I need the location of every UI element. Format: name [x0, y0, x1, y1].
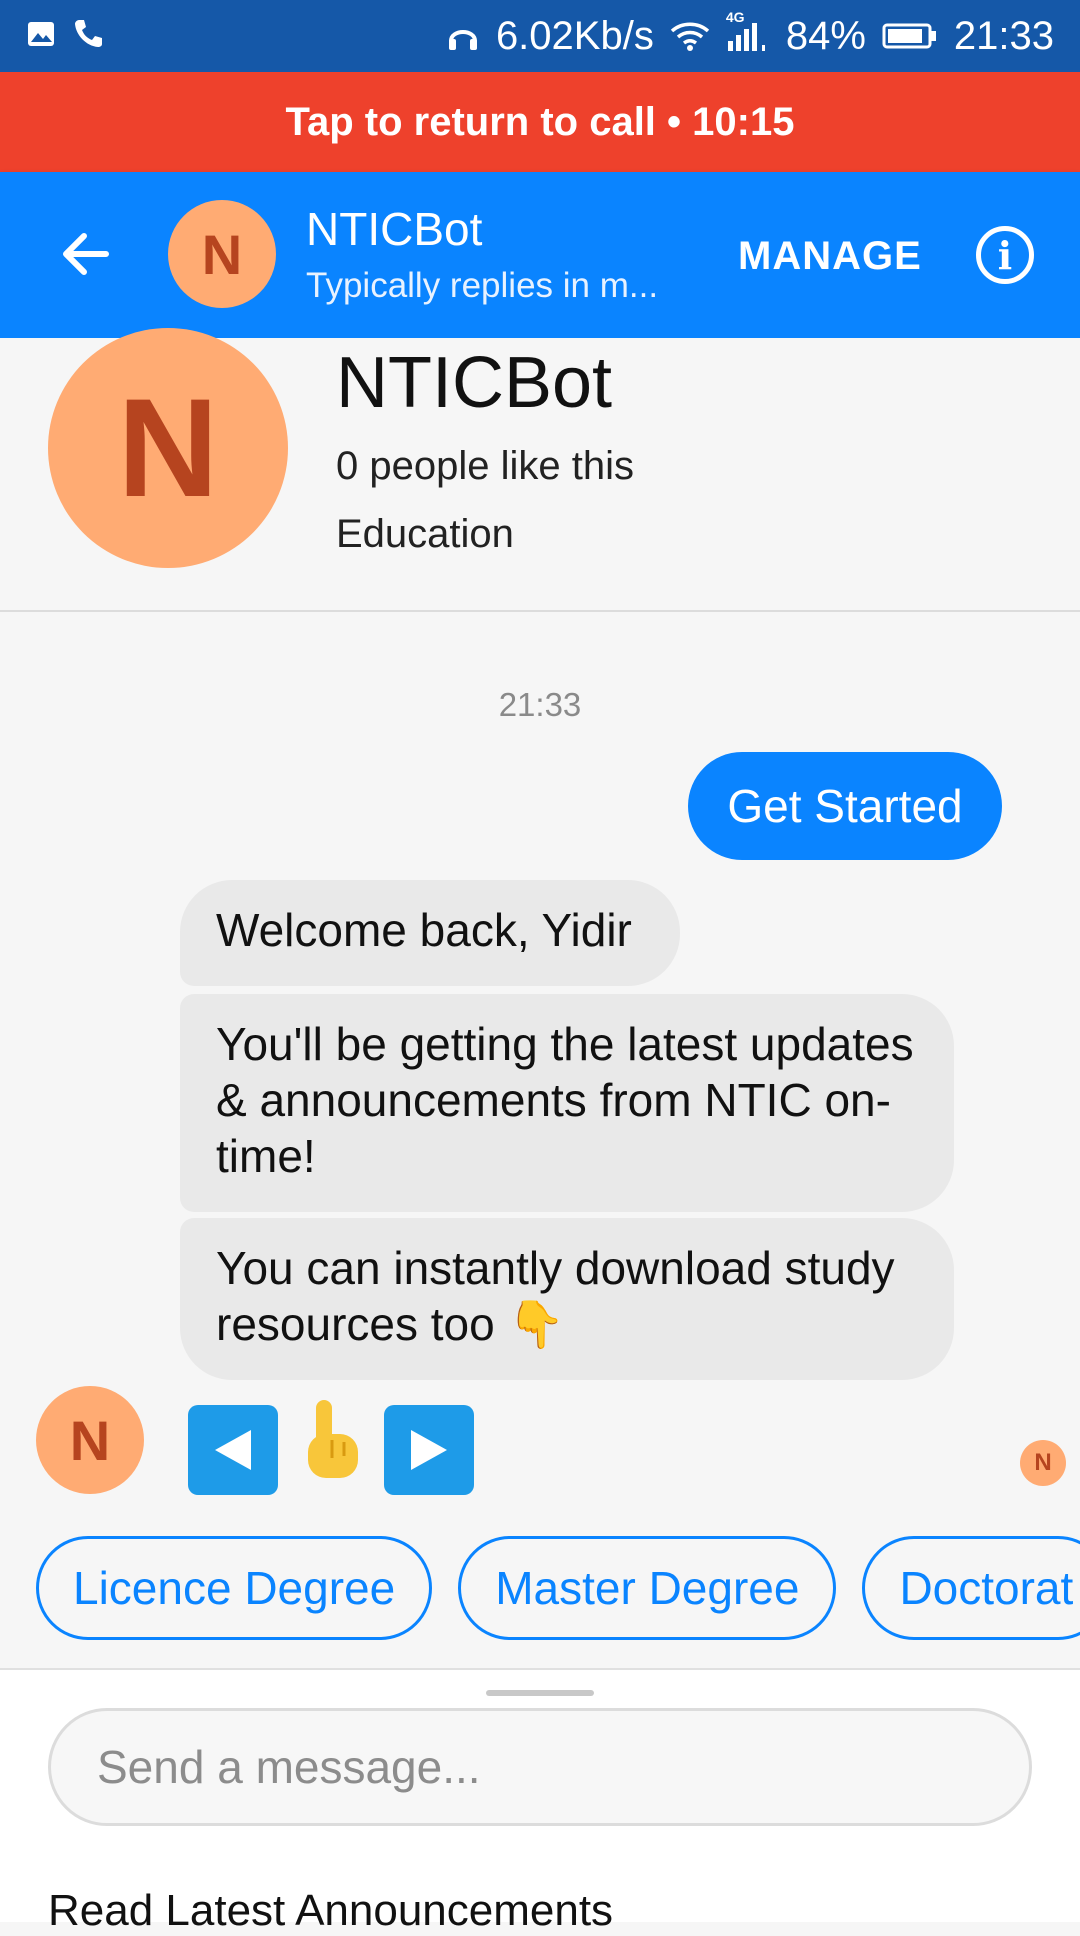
phone-call-icon — [72, 14, 104, 59]
received-message-text: You can instantly download study resourc… — [216, 1242, 895, 1350]
quick-reply-master-degree[interactable]: Master Degree — [458, 1536, 837, 1640]
drag-handle[interactable] — [486, 1690, 594, 1696]
message-composer: Send a message... Read Latest Announceme… — [0, 1668, 1080, 1935]
response-time-subtitle: Typically replies in m... — [306, 266, 659, 305]
sent-message-bubble[interactable]: Get Started — [688, 752, 1002, 860]
seen-indicator-avatar: N — [1020, 1440, 1066, 1486]
info-glyph: i — [997, 232, 1013, 278]
left-triangle-emoji-icon — [188, 1405, 278, 1495]
header-avatar-letter: N — [201, 222, 243, 286]
battery-icon — [882, 22, 938, 50]
info-icon[interactable]: i — [976, 226, 1034, 284]
return-to-call-banner[interactable]: Tap to return to call • 10:15 — [0, 72, 1080, 172]
message-timestamp: 21:33 — [498, 686, 582, 723]
clock: 21:33 — [953, 13, 1054, 58]
emoji-message[interactable] — [188, 1396, 474, 1504]
right-triangle-emoji-icon — [384, 1405, 474, 1495]
status-bar: 6.02Kb/s 4G 84% 21:33 — [0, 0, 1080, 72]
net-speed: 6.02Kb/s — [495, 13, 654, 58]
received-message-bubble[interactable]: You can instantly download study resourc… — [180, 1218, 954, 1380]
profile-avatar: N — [48, 328, 288, 568]
back-arrow-icon[interactable] — [56, 224, 116, 284]
received-message-bubble[interactable]: Welcome back, Yidir — [180, 880, 680, 986]
sent-message-text: Get Started — [727, 780, 963, 832]
manage-button[interactable]: MANAGE — [738, 234, 922, 279]
bot-avatar-letter: N — [69, 1408, 111, 1472]
seen-avatar-letter: N — [1034, 1449, 1052, 1476]
bot-avatar[interactable]: N — [36, 1386, 144, 1494]
quick-reply-licence-degree[interactable]: Licence Degree — [36, 1536, 433, 1640]
pointing-up-emoji-icon — [296, 1396, 366, 1504]
conversation-header: N NTICBot Typically replies in m... MANA… — [0, 172, 1080, 338]
message-input-placeholder: Send a message... — [97, 1741, 481, 1793]
received-message-text: Welcome back, Yidir — [216, 904, 632, 956]
battery-percent: 84% — [785, 13, 866, 58]
profile-likes: 0 people like this — [336, 444, 634, 488]
quick-replies: Licence Degree Master Degree Doctorat — [36, 1536, 1080, 1640]
profile-category: Education — [336, 512, 514, 556]
persistent-menu-item[interactable]: Read Latest Announcements — [48, 1886, 613, 1936]
profile-name: NTICBot — [336, 343, 613, 423]
page-profile-card: N NTICBot 0 people like this Education — [0, 328, 1080, 612]
quick-reply-doctorat[interactable]: Doctorat — [862, 1536, 1080, 1640]
signal-icon: 4G — [726, 9, 770, 53]
call-banner-text: Tap to return to call • 10:15 — [285, 99, 795, 144]
received-message-text: You'll be getting the latest updates & a… — [216, 1018, 914, 1182]
received-message-bubble[interactable]: You'll be getting the latest updates & a… — [180, 994, 954, 1212]
header-avatar[interactable]: N — [168, 200, 276, 308]
conversation-title[interactable]: NTICBot — [306, 202, 482, 256]
wifi-icon — [670, 20, 710, 52]
network-type: 4G — [725, 9, 745, 25]
message-input[interactable]: Send a message... — [48, 1708, 1032, 1826]
headphones-icon — [446, 19, 480, 53]
profile-avatar-letter: N — [117, 369, 219, 526]
gallery-icon — [26, 14, 56, 59]
